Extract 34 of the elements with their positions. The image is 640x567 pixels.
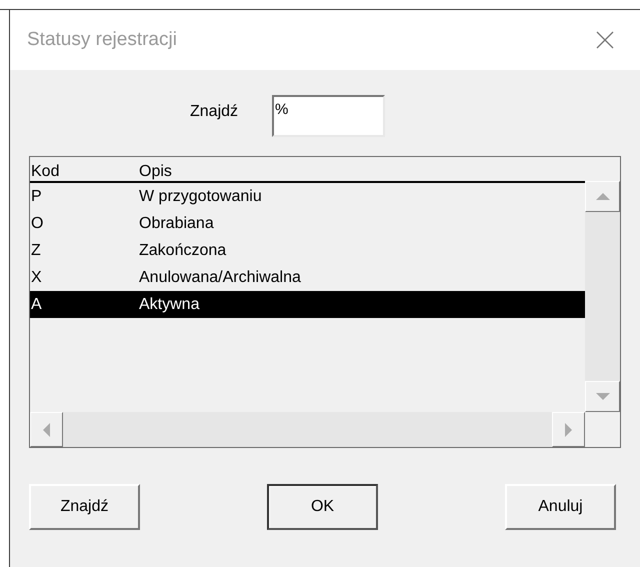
dialog-button[interactable]: Anuluj (505, 484, 616, 530)
list-row[interactable]: Z Zakończona (30, 237, 585, 264)
table-cell-text: P (30, 188, 43, 206)
list-row[interactable]: O Obrabiana (30, 210, 585, 237)
scroll-down-button[interactable] (585, 381, 620, 412)
right-arrow-icon (565, 422, 572, 436)
scroll-up-button[interactable] (585, 181, 620, 212)
table-cell: W przygotowaniu (139, 188, 262, 206)
vertical-scrollbar[interactable] (585, 181, 620, 412)
dialog-button[interactable]: Znajdź (29, 484, 140, 530)
column-header[interactable]: Kod (30, 163, 139, 181)
table-cell: Zakończona (139, 242, 226, 260)
table-cell-text: A (30, 296, 43, 314)
close-icon[interactable] (596, 31, 614, 49)
scroll-right-button[interactable] (552, 412, 585, 447)
table-cell-text: Z (30, 242, 42, 260)
table-cell-text: X (30, 268, 43, 286)
left-arrow-icon (43, 422, 50, 436)
horizontal-scrollbar[interactable] (30, 412, 585, 447)
search-field[interactable]: % (272, 95, 385, 137)
scroll-left-button[interactable] (30, 412, 63, 447)
list-row[interactable]: A Aktywna (30, 291, 585, 318)
down-arrow-icon (596, 393, 610, 400)
column-header[interactable]: Opis (139, 163, 172, 181)
list-row[interactable]: X Anulowana/Archiwalna (30, 264, 585, 291)
list-row[interactable]: P W przygotowaniu (30, 183, 585, 210)
up-arrow-icon (596, 193, 610, 200)
dialog-button[interactable]: OK (267, 484, 378, 530)
table-cell-text: O (30, 214, 44, 232)
table-cell: Obrabiana (139, 214, 214, 232)
search-label: Znajdź (190, 103, 240, 121)
window-title: Statusy rejestracji (27, 29, 177, 51)
table-cell: Anulowana/Archiwalna (139, 268, 301, 286)
table-cell: Aktywna (139, 296, 200, 314)
